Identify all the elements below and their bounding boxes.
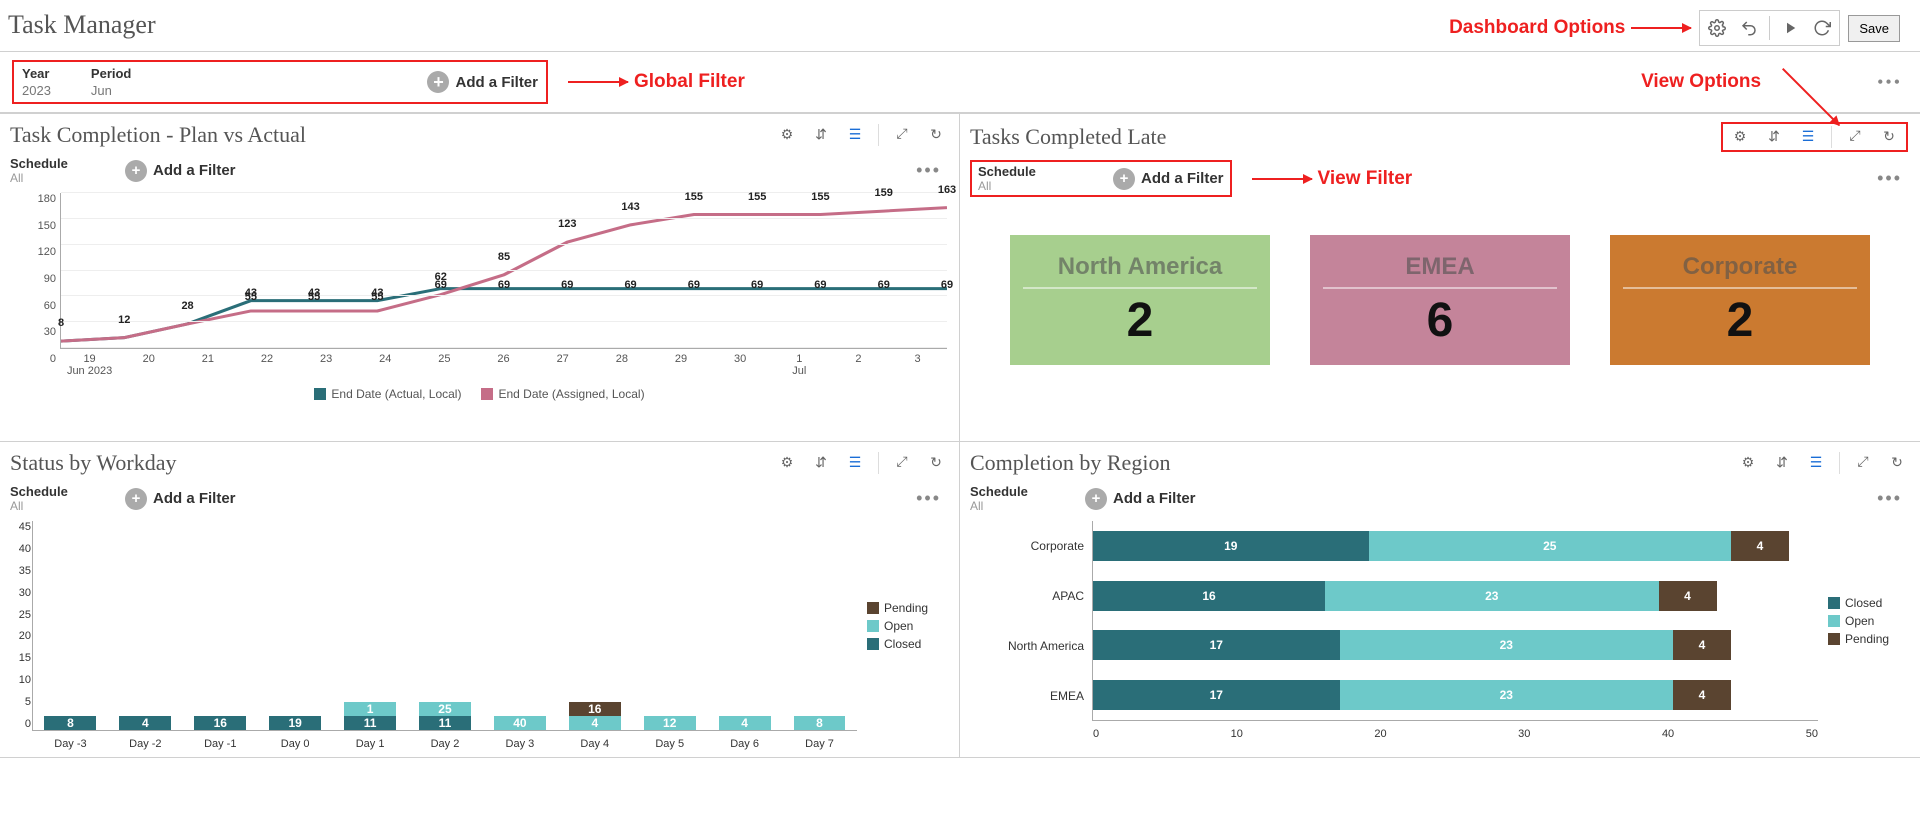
panel-plan-vs-actual: Task Completion - Plan vs Actual ⚙ ⇵ ☰ ⤢… <box>0 114 960 442</box>
gear-icon[interactable]: ⚙ <box>776 452 798 474</box>
panel-filter-schedule[interactable]: Schedule All <box>10 156 125 185</box>
panel-status-workday: Status by Workday ⚙ ⇵ ☰ ⤢ ↻ Schedule All… <box>0 442 960 758</box>
arrow-right-icon <box>568 81 628 83</box>
legend-item: Open <box>1828 614 1908 628</box>
bar-chart-icon[interactable]: ☰ <box>1797 126 1819 148</box>
panel-title: Tasks Completed Late <box>970 124 1166 150</box>
hbar-chart: CorporateAPACNorth AmericaEMEA1925416234… <box>960 517 1920 757</box>
late-cards-row: North America 2 EMEA 6 Corporate 2 <box>972 205 1908 395</box>
gear-icon[interactable]: ⚙ <box>776 124 798 146</box>
panel-filter-schedule[interactable]: Schedule All <box>970 484 1085 513</box>
panel-toolbar: ⚙ ⇵ ☰ ⤢ ↻ <box>776 124 947 146</box>
legend-assigned: End Date (Assigned, Local) <box>481 387 644 401</box>
card-region: EMEA <box>1323 253 1557 289</box>
arrow-right-icon <box>1252 178 1312 180</box>
panel-toolbar: ⚙ ⇵ ☰ ⤢ ↻ <box>776 452 947 474</box>
bar-chart-icon[interactable]: ☰ <box>844 452 866 474</box>
panel-tasks-late: Tasks Completed Late ⚙ ⇵ ☰ ⤢ ↻ Schedule … <box>960 114 1920 442</box>
plus-circle-icon: + <box>125 488 147 510</box>
global-filter-highlight: Year 2023 Period Jun + Add a Filter <box>12 60 548 104</box>
hierarchy-icon[interactable]: ⇵ <box>810 124 832 146</box>
stacked-bar-chart: 4540353025201510508416191111125404161248… <box>0 517 959 757</box>
annotation-view-filter: View Filter <box>1252 168 1413 190</box>
add-filter-button[interactable]: + Add a Filter <box>1113 168 1224 190</box>
annotation-global-filter: Global Filter <box>568 71 745 93</box>
hierarchy-icon[interactable]: ⇵ <box>1771 452 1793 474</box>
plus-circle-icon: + <box>125 160 147 182</box>
card-region: North America <box>1023 253 1257 289</box>
panel-toolbar: ⚙ ⇵ ☰ ⤢ ↻ <box>1737 452 1908 474</box>
global-filter-row: Year 2023 Period Jun + Add a Filter Glob… <box>0 52 1920 113</box>
expand-icon[interactable]: ⤢ <box>1844 126 1866 148</box>
add-filter-button[interactable]: + Add a Filter <box>1085 488 1196 510</box>
refresh-icon[interactable]: ↻ <box>1878 126 1900 148</box>
late-card[interactable]: North America 2 <box>1010 235 1270 365</box>
panel-toolbar-highlighted: ⚙ ⇵ ☰ ⤢ ↻ <box>1721 122 1908 152</box>
add-filter-button[interactable]: + Add a Filter <box>125 160 236 182</box>
panel-filter-schedule[interactable]: Schedule All <box>978 164 1093 193</box>
panel-title: Task Completion - Plan vs Actual <box>10 122 306 148</box>
refresh-icon[interactable]: ↻ <box>925 124 947 146</box>
annotation-dashboard-options: Dashboard Options <box>1449 17 1691 39</box>
save-button[interactable]: Save <box>1848 15 1900 42</box>
filter-period[interactable]: Period Jun <box>91 66 131 98</box>
plus-circle-icon: + <box>1085 488 1107 510</box>
panel-grid: Task Completion - Plan vs Actual ⚙ ⇵ ☰ ⤢… <box>0 113 1920 758</box>
annotation-view-options: View Options <box>1641 66 1851 98</box>
add-filter-button[interactable]: + Add a Filter <box>427 71 538 93</box>
panel-completion-region: Completion by Region ⚙ ⇵ ☰ ⤢ ↻ Schedule … <box>960 442 1920 758</box>
panel-title: Status by Workday <box>10 450 176 476</box>
legend-item: Pending <box>1828 632 1908 646</box>
more-menu-icon[interactable]: ••• <box>910 160 947 181</box>
add-filter-button[interactable]: + Add a Filter <box>125 488 236 510</box>
undo-icon[interactable] <box>1735 14 1763 42</box>
page-title: Task Manager <box>8 10 156 40</box>
play-icon[interactable] <box>1776 14 1804 42</box>
legend-item: Closed <box>1828 596 1908 610</box>
gear-icon[interactable] <box>1703 14 1731 42</box>
card-value: 2 <box>1727 293 1754 348</box>
card-value: 2 <box>1127 293 1154 348</box>
panel-title: Completion by Region <box>970 450 1170 476</box>
panel-filter-highlight: Schedule All + Add a Filter <box>970 160 1232 197</box>
plus-circle-icon: + <box>1113 168 1135 190</box>
more-menu-icon[interactable]: ••• <box>1871 72 1908 93</box>
dashboard-toolbar <box>1699 10 1840 46</box>
more-menu-icon[interactable]: ••• <box>910 488 947 509</box>
arrow-right-icon <box>1631 27 1691 29</box>
plus-circle-icon: + <box>427 71 449 93</box>
expand-icon[interactable]: ⤢ <box>1852 452 1874 474</box>
hierarchy-icon[interactable]: ⇵ <box>810 452 832 474</box>
bar-chart-icon[interactable]: ☰ <box>1805 452 1827 474</box>
expand-icon[interactable]: ⤢ <box>891 452 913 474</box>
legend-actual: End Date (Actual, Local) <box>314 387 461 401</box>
refresh-icon[interactable]: ↻ <box>925 452 947 474</box>
line-chart: 1801501209060300812284343436285123143155… <box>0 189 959 441</box>
panel-filter-schedule[interactable]: Schedule All <box>10 484 125 513</box>
bar-chart-icon[interactable]: ☰ <box>844 124 866 146</box>
legend-item: Open <box>867 619 947 633</box>
card-value: 6 <box>1427 293 1454 348</box>
more-menu-icon[interactable]: ••• <box>1871 168 1908 189</box>
late-card[interactable]: Corporate 2 <box>1610 235 1870 365</box>
late-card[interactable]: EMEA 6 <box>1310 235 1570 365</box>
refresh-icon[interactable]: ↻ <box>1886 452 1908 474</box>
more-menu-icon[interactable]: ••• <box>1871 488 1908 509</box>
gear-icon[interactable]: ⚙ <box>1729 126 1751 148</box>
expand-icon[interactable]: ⤢ <box>891 124 913 146</box>
refresh-icon[interactable] <box>1808 14 1836 42</box>
gear-icon[interactable]: ⚙ <box>1737 452 1759 474</box>
dashboard-header: Task Manager Dashboard Options Save <box>0 0 1920 52</box>
legend-item: Pending <box>867 601 947 615</box>
filter-year[interactable]: Year 2023 <box>22 66 51 98</box>
legend-item: Closed <box>867 637 947 651</box>
hierarchy-icon[interactable]: ⇵ <box>1763 126 1785 148</box>
card-region: Corporate <box>1623 253 1857 289</box>
